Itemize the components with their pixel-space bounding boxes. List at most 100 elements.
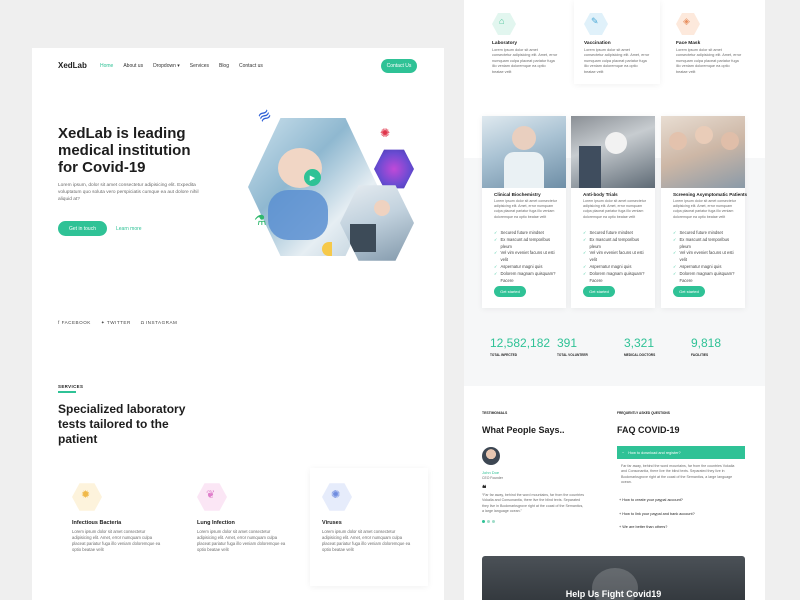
faq-title: FAQ COVID-19	[617, 425, 680, 435]
program-checklist: ✓ Secured future mindset ✓ Ex mascunt ad t…	[673, 230, 739, 284]
nav-contact[interactable]: Contact us	[239, 63, 263, 69]
facebook-icon: f	[58, 320, 60, 325]
service-card-infectious-bacteria[interactable]: ✹ Infectious Bacteria Lorem ipsum dolor …	[60, 468, 178, 586]
program-title: Clinical Biochemistry	[494, 192, 541, 197]
nav-blog[interactable]: Blog	[219, 63, 229, 69]
check-icon: ✓	[673, 230, 677, 235]
check-icon: ✓	[673, 263, 677, 269]
nav-dropdown[interactable]: Dropdown ▾	[153, 63, 180, 69]
instagram-label: INSTAGRAM	[145, 320, 178, 325]
services-title-line3: patient	[58, 432, 98, 446]
stat-label: TOTAL INFECTED	[490, 353, 518, 357]
check-item: ✓ Ex mascunt ad temporibus pleum	[494, 237, 560, 251]
check-item: ✓ Dolorem magnam quisquam? Facere	[494, 271, 560, 285]
bacteria-icon: ✹	[81, 489, 91, 501]
carousel-dot-active[interactable]	[482, 520, 485, 523]
carousel-dot[interactable]	[492, 520, 495, 523]
check-item: ✓ Dolorem magnam quisquam? Facere	[583, 271, 649, 285]
play-video-button[interactable]: ▶	[304, 169, 321, 186]
stat-value: 3,321	[624, 336, 655, 350]
service-card-viruses[interactable]: ✺ Viruses Lorem ipsum dolor sit amet con…	[310, 468, 428, 586]
check-item-label: Ex mascunt ad temporibus pleum	[679, 236, 730, 249]
program-checklist: ✓ Secured future mindset ✓ Ex mascunt ad t…	[494, 230, 560, 284]
minus-icon: −	[622, 450, 625, 455]
check-item: ✓ Vel vim eveniet facuns ut esti velit	[494, 250, 560, 264]
check-item: ✓ Vel vim eveniet facuns ut esti velit	[673, 250, 739, 264]
help-banner: Help Us Fight Covid19	[482, 556, 745, 600]
nav-services[interactable]: Services	[190, 63, 209, 69]
services-title: Specialized laboratory tests tailored to…	[58, 402, 185, 447]
plus-icon: +	[619, 525, 622, 529]
check-icon: ✓	[583, 230, 587, 235]
microscope-icon: ⚗	[254, 212, 267, 228]
faq-item[interactable]: + We are better than others?	[619, 521, 695, 535]
check-item: ✓ Aspernatur magni quis	[583, 264, 649, 271]
check-item: ✓ Ex mascunt ad temporibus pleum	[673, 237, 739, 251]
service-card-vaccination[interactable]: ✎ Vaccination Lorem ipsum dolor sit amet…	[574, 0, 660, 84]
service-title: Vaccination	[584, 41, 611, 46]
hero-title-line1: XedLab is leading	[58, 125, 186, 142]
brand-logo[interactable]: XedLab	[58, 61, 87, 70]
program-image	[661, 116, 745, 188]
check-item-label: Vel vim eveniet facuns ut esti velit	[500, 250, 555, 263]
check-icon: ✓	[583, 263, 587, 269]
service-card-lung-infection[interactable]: ❦ Lung Infection Lorem ipsum dolor sit a…	[185, 468, 303, 586]
faq-item-label: We are better than others?	[622, 525, 668, 529]
check-icon: ✓	[494, 230, 498, 235]
play-icon: ▶	[309, 174, 316, 182]
faq-open-question[interactable]: − How to download and register?	[617, 446, 745, 459]
stat-value: 12,582,182	[490, 336, 551, 350]
faq-item[interactable]: + How to link your paypal and bank accou…	[619, 508, 695, 522]
check-item-label: Vel vim eveniet facuns ut esti velit	[589, 250, 644, 263]
get-started-button[interactable]: Get started	[673, 286, 705, 297]
mask-icon: ◈	[683, 16, 690, 26]
service-card-laboratory[interactable]: ⌂ Laboratory Lorem ipsum dolor sit amet …	[482, 0, 568, 84]
service-text: Lorem ipsum dolor sit amet consectetur a…	[584, 48, 650, 74]
program-title: Screening Asymptomatic Patients	[673, 192, 748, 197]
check-item: ✓ Secured future mindset	[673, 230, 739, 237]
avatar	[482, 447, 500, 465]
check-icon: ✓	[494, 250, 498, 256]
nav-home[interactable]: Home	[100, 63, 113, 69]
social-links: f FACEBOOK ✦ TWITTER ◘ INSTAGRAM	[58, 320, 177, 326]
instagram-icon: ◘	[140, 320, 145, 325]
instagram-link[interactable]: ◘ INSTAGRAM	[141, 320, 178, 326]
learn-more-link[interactable]: Learn more	[116, 226, 142, 232]
check-icon: ✓	[673, 270, 677, 276]
services-eyebrow-underline	[58, 391, 76, 393]
get-started-button[interactable]: Get started	[583, 286, 615, 297]
lung-icon: ❦	[206, 489, 216, 501]
check-icon: ✓	[673, 250, 677, 256]
carousel-dot[interactable]	[487, 520, 490, 523]
stat-facilities: 9,818 FACILITIES	[691, 336, 721, 357]
get-started-button[interactable]: Get started	[494, 286, 526, 297]
check-item: ✓ Dolorem magnam quisquam? Facere	[673, 271, 739, 285]
testimonials-title: What People Says..	[482, 425, 565, 435]
dna-icon: ≋	[254, 105, 276, 128]
check-item: ✓ Aspernatur magni quis	[494, 264, 560, 271]
syringe-icon: ✎	[591, 16, 599, 26]
service-card-face-mask[interactable]: ◈ Face Mask Lorem ipsum dolor sit amet c…	[666, 0, 752, 84]
facebook-link[interactable]: f FACEBOOK	[58, 320, 91, 326]
carousel-dots[interactable]	[482, 520, 495, 523]
check-item-label: Secured future mindset	[679, 230, 723, 235]
faq-item[interactable]: + How to create your paypal account?	[619, 494, 695, 508]
check-icon: ✓	[494, 270, 498, 276]
get-in-touch-button[interactable]: Get in touch	[58, 221, 107, 236]
program-card-screening: Screening Asymptomatic Patients Lorem ip…	[661, 116, 748, 308]
check-item: ✓ Vel vim eveniet facuns ut esti velit	[583, 250, 649, 264]
check-icon: ✓	[583, 270, 587, 276]
check-item-label: Dolorem magnam quisquam? Facere	[679, 270, 735, 283]
services-eyebrow: SERVICES	[58, 384, 84, 389]
laboratory-icon: ⌂	[499, 16, 505, 26]
testimonial-name: John Doe	[482, 470, 500, 475]
nav-about[interactable]: About us	[123, 63, 143, 69]
check-icon: ✓	[583, 250, 587, 256]
virus-icon: ✺	[380, 126, 391, 140]
contact-us-button[interactable]: Contact Us	[381, 59, 417, 73]
check-item-label: Ex mascunt ad temporibus pleum	[589, 236, 640, 249]
service-title: Face Mask	[676, 41, 701, 46]
faq-item-label: How to create your paypal account?	[622, 498, 683, 502]
twitter-link[interactable]: ✦ TWITTER	[101, 320, 131, 326]
program-text: Lorem ipsum dolor sit amet consectetur a…	[494, 199, 557, 219]
